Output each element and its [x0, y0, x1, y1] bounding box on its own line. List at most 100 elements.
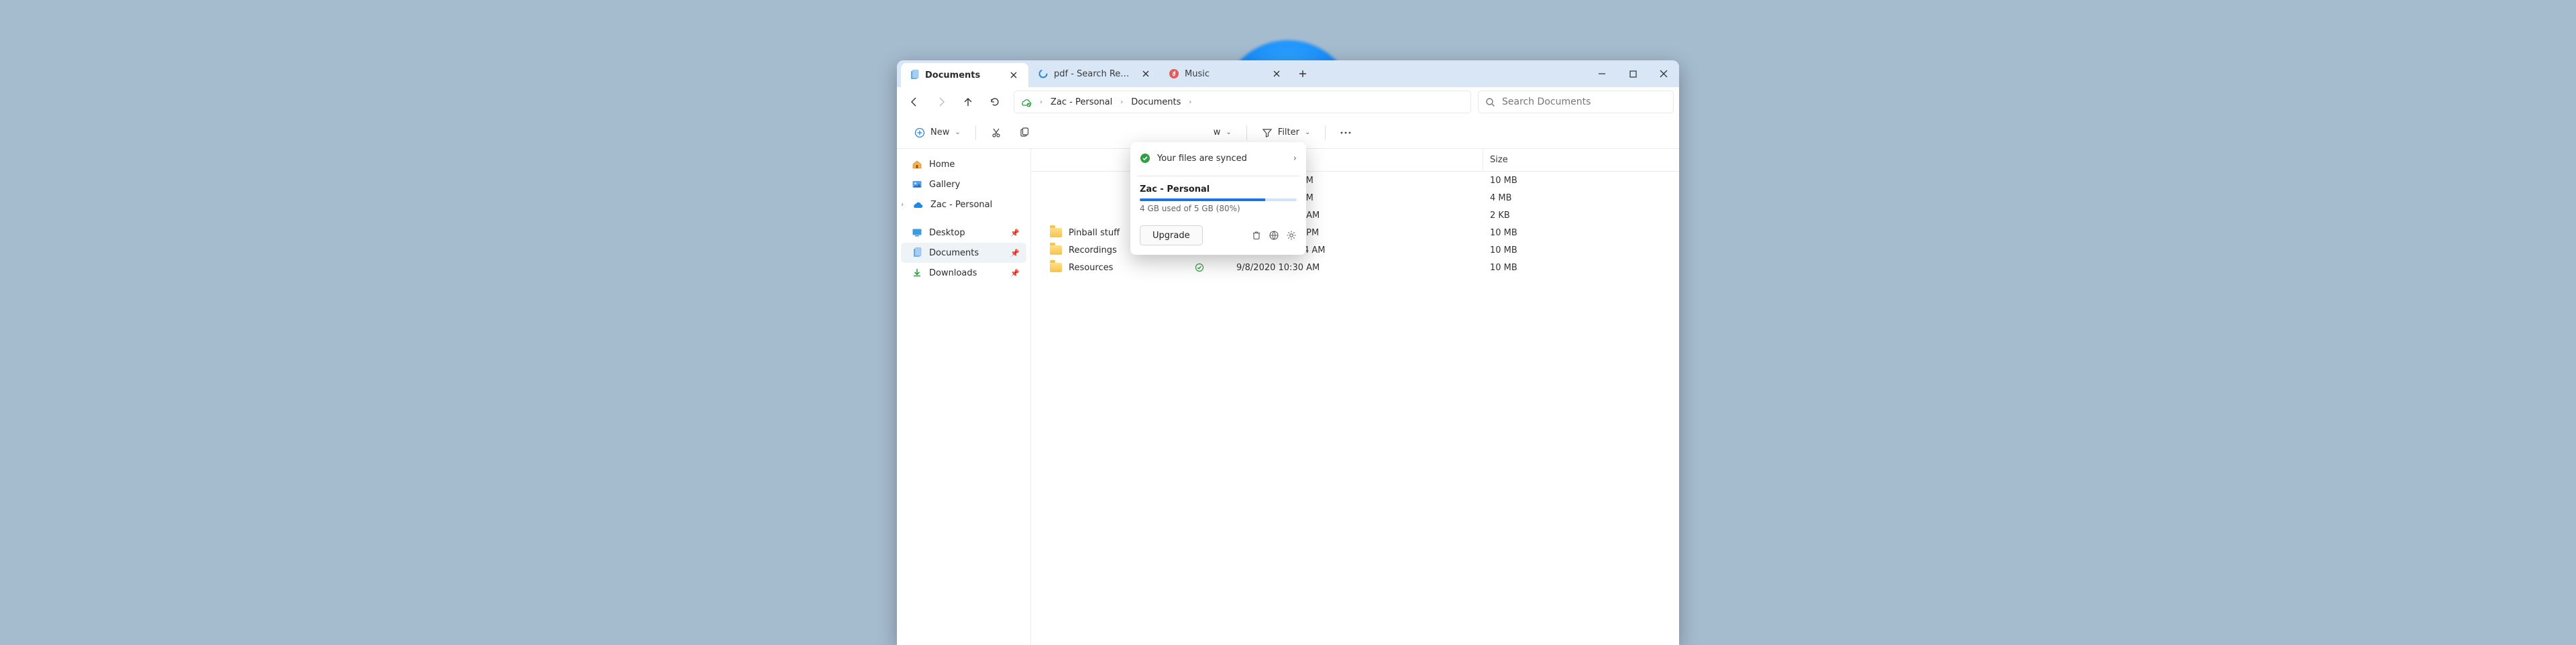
file-row[interactable]: 3/7/2021 11:21 AM2 KB — [1031, 207, 1679, 224]
new-button[interactable]: New ⌄ — [908, 122, 967, 143]
storage-usage-text: 4 GB used of 5 GB (80%) — [1140, 204, 1297, 213]
column-size[interactable]: Size — [1483, 149, 1679, 171]
sync-status-flyout: Your files are synced › Zac - Personal 4… — [1130, 142, 1306, 255]
close-icon[interactable] — [1006, 67, 1022, 83]
new-tab-button[interactable] — [1291, 60, 1314, 87]
folder-icon — [1050, 245, 1062, 255]
sidebar-item-label: Downloads — [929, 268, 977, 278]
sidebar-item-label: Gallery — [929, 180, 960, 190]
chevron-right-icon[interactable]: › — [1037, 99, 1045, 106]
chevron-right-icon[interactable]: › — [1186, 99, 1194, 106]
tab-label: pdf - Search Results in Hom — [1054, 69, 1132, 79]
filter-button[interactable]: Filter ⌄ — [1255, 122, 1318, 143]
documents-icon — [912, 247, 922, 258]
file-size: 10 MB — [1483, 263, 1517, 273]
back-button[interactable] — [902, 91, 926, 113]
close-icon[interactable] — [1138, 66, 1154, 82]
sidebar-item-label: Desktop — [929, 228, 965, 238]
tab-music[interactable]: Music — [1161, 60, 1291, 87]
file-name: Resources — [1069, 263, 1113, 273]
sidebar: Home Gallery › Zac - Personal Desktop 📌 — [897, 149, 1031, 645]
sidebar-item-desktop[interactable]: Desktop 📌 — [901, 223, 1026, 243]
filter-label: Filter — [1278, 127, 1299, 137]
onedrive-sync-icon — [1020, 96, 1032, 108]
refresh-button[interactable] — [983, 91, 1007, 113]
doc-stack-icon — [909, 70, 920, 80]
pin-icon[interactable]: 📌 — [1010, 229, 1020, 237]
window-controls — [1587, 60, 1679, 87]
separator — [1325, 125, 1326, 140]
sync-status-text: Your files are synced — [1157, 154, 1287, 164]
file-size: 10 MB — [1483, 245, 1517, 255]
chevron-right-icon[interactable]: › — [901, 201, 904, 209]
folder-icon — [1050, 263, 1062, 272]
cut-button[interactable] — [984, 122, 1008, 143]
sidebar-item-label: Zac - Personal — [930, 200, 992, 210]
chevron-down-icon: ⌄ — [1226, 129, 1231, 136]
file-date: 9/8/2020 10:30 AM — [1230, 263, 1483, 273]
breadcrumb-segment[interactable]: Zac - Personal — [1051, 97, 1112, 107]
view-button[interactable]: w ⌄ — [1212, 122, 1238, 143]
close-window-button[interactable] — [1648, 60, 1679, 87]
close-icon[interactable] — [1269, 66, 1285, 82]
onedrive-icon — [912, 200, 924, 209]
gear-icon[interactable] — [1286, 230, 1297, 241]
chevron-right-icon[interactable]: › — [1118, 99, 1126, 106]
status-icon — [1191, 263, 1230, 272]
file-row[interactable]: Pinball stuff2/27/2021 5:45 PM10 MB — [1031, 224, 1679, 241]
music-icon — [1169, 68, 1179, 79]
minimize-button[interactable] — [1587, 60, 1617, 87]
file-row[interactable]: Resources 9/8/2020 10:30 AM10 MB — [1031, 259, 1679, 276]
pin-icon[interactable]: 📌 — [1010, 249, 1020, 257]
globe-icon[interactable] — [1269, 230, 1279, 241]
chevron-right-icon[interactable]: › — [1293, 154, 1297, 164]
sidebar-item-label: Home — [929, 160, 955, 170]
address-bar[interactable]: › Zac - Personal › Documents › — [1014, 91, 1471, 113]
new-label: New — [930, 127, 949, 137]
storage-progress — [1140, 198, 1297, 201]
file-size: 2 KB — [1483, 211, 1510, 221]
sidebar-item-downloads[interactable]: Downloads 📌 — [901, 263, 1026, 283]
tab-label: Documents — [925, 70, 1000, 80]
desktop-icon — [912, 227, 922, 238]
up-button[interactable] — [956, 91, 980, 113]
filter-icon — [1262, 127, 1273, 138]
recycle-bin-icon[interactable] — [1251, 230, 1262, 241]
more-button[interactable] — [1334, 122, 1358, 143]
tab-documents[interactable]: Documents — [901, 63, 1028, 87]
upgrade-button[interactable]: Upgrade — [1140, 225, 1203, 245]
file-row[interactable]: 3/8/2021 5:16 PM4 MB — [1031, 189, 1679, 207]
forward-button[interactable] — [929, 91, 953, 113]
folder-icon — [1050, 228, 1062, 237]
column-headers: Status Date Modified Size — [1031, 149, 1679, 172]
synced-check-icon — [1140, 153, 1150, 164]
file-explorer-window: Documents pdf - Search Results in Hom Mu… — [897, 60, 1679, 645]
search-input[interactable]: Search Documents — [1478, 91, 1674, 113]
file-size: 10 MB — [1483, 176, 1517, 186]
tab-label: Music — [1185, 69, 1263, 79]
copy-button[interactable] — [1012, 122, 1036, 143]
sidebar-item-home[interactable]: Home — [901, 154, 1026, 174]
gallery-icon — [912, 179, 922, 190]
view-label: w — [1214, 127, 1221, 137]
file-name: Pinball stuff — [1069, 228, 1120, 238]
file-row[interactable]: Recordings1/20/2021 10:54 AM10 MB — [1031, 241, 1679, 259]
breadcrumb-segment[interactable]: Documents — [1131, 97, 1181, 107]
separator — [1246, 125, 1247, 140]
tab-search-results[interactable]: pdf - Search Results in Hom — [1030, 60, 1161, 87]
pin-icon[interactable]: 📌 — [1010, 269, 1020, 278]
file-row[interactable]: 3/8/2021 3:12 PM10 MB — [1031, 172, 1679, 189]
separator — [975, 125, 976, 140]
sidebar-item-onedrive[interactable]: › Zac - Personal — [901, 194, 1026, 215]
chevron-down-icon: ⌄ — [1305, 129, 1310, 136]
sidebar-item-gallery[interactable]: Gallery — [901, 174, 1026, 194]
sidebar-item-documents[interactable]: Documents 📌 — [901, 243, 1026, 263]
file-list: Status Date Modified Size 3/8/2021 3:12 … — [1031, 149, 1679, 645]
navbar: › Zac - Personal › Documents › Search Do… — [897, 87, 1679, 117]
file-name: Recordings — [1069, 245, 1117, 255]
titlebar: Documents pdf - Search Results in Hom Mu… — [897, 60, 1679, 87]
search-placeholder: Search Documents — [1502, 97, 1591, 107]
maximize-button[interactable] — [1617, 60, 1648, 87]
new-plus-icon — [914, 127, 925, 138]
spinner-icon — [1038, 68, 1049, 79]
